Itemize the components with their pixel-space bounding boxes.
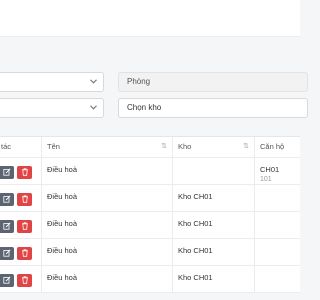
filter-select-left-2[interactable] <box>0 98 104 118</box>
cell-name: Điều hoà <box>41 212 172 238</box>
table-row: Điều hoà Kho CH01 <box>0 266 300 293</box>
trash-icon <box>21 168 28 176</box>
edit-button[interactable] <box>0 274 14 287</box>
table-row: Điều hoà Kho CH01 <box>0 239 300 266</box>
cell-name: Điều hoà <box>41 185 172 211</box>
edit-button[interactable] <box>0 166 14 179</box>
column-header-apartment[interactable]: Căn hộ <box>254 137 304 157</box>
cell-warehouse-text: Kho CH01 <box>178 192 213 201</box>
cell-warehouse: Kho CH01 <box>172 266 254 292</box>
table-row: Điều hoà Kho CH01 <box>0 212 300 239</box>
column-header-warehouse-label: Kho <box>178 142 192 151</box>
cell-name-text: Điều hoà <box>47 219 78 228</box>
edit-button[interactable] <box>0 247 14 260</box>
edit-icon <box>2 168 11 176</box>
cell-name-text: Điều hoà <box>47 192 78 201</box>
sort-icon[interactable]: ⇅ <box>243 137 249 157</box>
cell-apartment <box>254 185 304 211</box>
room-select-placeholder: Phòng <box>127 77 151 86</box>
cell-apartment-block: CH01 101 <box>260 165 279 183</box>
column-header-apartment-label: Căn hộ <box>260 142 285 151</box>
cell-name-text: Điều hoà <box>47 273 78 282</box>
delete-button[interactable] <box>17 274 32 287</box>
edit-icon <box>2 195 11 203</box>
chevron-down-icon <box>90 99 97 110</box>
devices-table: tác Tên ⇅ Kho ⇅ Căn hộ Điều hoà CH01 101… <box>0 136 300 293</box>
column-header-actions: tác <box>0 137 41 157</box>
cell-apartment-subtext: 101 <box>260 176 272 183</box>
cell-warehouse <box>172 158 254 184</box>
cell-warehouse-text: Kho CH01 <box>178 246 213 255</box>
row-actions <box>0 266 41 292</box>
edit-icon <box>2 249 11 257</box>
delete-button[interactable] <box>17 193 32 206</box>
delete-button[interactable] <box>17 220 32 233</box>
sort-icon[interactable]: ⇅ <box>161 137 167 157</box>
cell-name: Điều hoà <box>41 239 172 265</box>
cell-apartment: CH01 101 <box>254 158 304 184</box>
cell-warehouse: Kho CH01 <box>172 212 254 238</box>
column-header-name[interactable]: Tên ⇅ <box>41 137 172 157</box>
table-row: Điều hoà CH01 101 <box>0 158 300 185</box>
row-actions <box>0 158 41 184</box>
row-actions <box>0 212 41 238</box>
cell-apartment <box>254 212 304 238</box>
edit-icon <box>2 276 11 284</box>
edit-button[interactable] <box>0 220 14 233</box>
trash-icon <box>21 276 28 284</box>
column-header-name-label: Tên <box>47 142 60 151</box>
cell-apartment <box>254 266 304 292</box>
cell-name: Điều hoà <box>41 266 172 292</box>
row-actions <box>0 185 41 211</box>
chevron-down-icon <box>90 73 97 84</box>
top-bar <box>0 0 300 37</box>
delete-button[interactable] <box>17 166 32 179</box>
cell-apartment <box>254 239 304 265</box>
warehouse-select-placeholder: Chọn kho <box>127 103 162 112</box>
trash-icon <box>21 195 28 203</box>
delete-button[interactable] <box>17 247 32 260</box>
cell-warehouse: Kho CH01 <box>172 239 254 265</box>
edit-icon <box>2 222 11 230</box>
table-row: Điều hoà Kho CH01 <box>0 185 300 212</box>
cell-name-text: Điều hoà <box>47 246 78 255</box>
cell-warehouse-text: Kho CH01 <box>178 219 213 228</box>
cell-warehouse: Kho CH01 <box>172 185 254 211</box>
filter-select-left-1[interactable] <box>0 72 104 92</box>
cell-apartment-text: CH01 <box>260 165 280 174</box>
cell-name: Điều hoà <box>41 158 172 184</box>
warehouse-select[interactable]: Chọn kho <box>118 98 308 118</box>
table-header: tác Tên ⇅ Kho ⇅ Căn hộ <box>0 137 300 158</box>
edit-button[interactable] <box>0 193 14 206</box>
room-select[interactable]: Phòng <box>118 72 308 92</box>
trash-icon <box>21 249 28 257</box>
column-header-warehouse[interactable]: Kho ⇅ <box>172 137 254 157</box>
cell-name-text: Điều hoà <box>47 165 78 174</box>
trash-icon <box>21 222 28 230</box>
row-actions <box>0 239 41 265</box>
column-header-actions-label: tác <box>1 142 12 151</box>
cell-warehouse-text: Kho CH01 <box>178 273 213 282</box>
